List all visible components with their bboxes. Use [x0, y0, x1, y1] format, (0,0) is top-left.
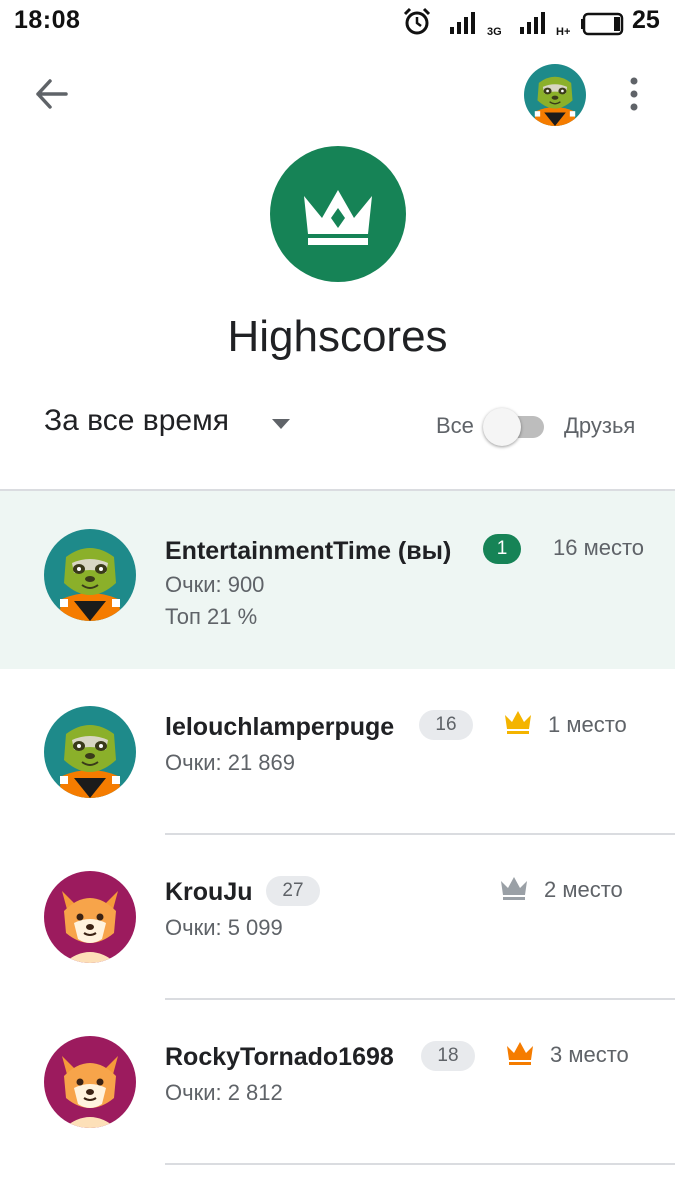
score-label: Очки: 21 869	[165, 750, 296, 775]
leaderboard-row[interactable]: RockyTornado1698 18 3 место Очки: 2 812	[0, 1000, 675, 1164]
shiba-avatar	[44, 871, 136, 963]
player-name: RockyTornado1698	[165, 1043, 394, 1071]
alarm-icon	[403, 7, 431, 35]
back-button[interactable]	[26, 70, 80, 118]
more-vert-icon	[630, 77, 638, 111]
signal-icon	[450, 12, 475, 34]
silver-crown-icon	[501, 877, 527, 900]
toggle-right-label: Друзья	[564, 413, 636, 438]
header-badge	[270, 146, 406, 282]
gold-crown-icon	[505, 711, 531, 734]
place-label: 2 место	[544, 877, 623, 902]
crown-icon	[304, 190, 372, 245]
player-name: EntertainmentTime (вы)	[165, 537, 452, 565]
page-title: Highscores	[227, 312, 448, 361]
battery-icon	[581, 12, 624, 36]
timeframe-dropdown[interactable]: За все время	[44, 404, 229, 438]
sloth-avatar	[524, 64, 586, 126]
profile-avatar-button[interactable]	[524, 64, 586, 126]
score-label: Очки: 900	[165, 572, 265, 597]
level-badge: 16	[419, 710, 473, 740]
sloth-avatar	[44, 529, 136, 621]
network-label-2: H+	[556, 26, 570, 38]
status-icons: 3G H+ 25	[400, 6, 670, 38]
leaderboard-row[interactable]: KrouJu 27 2 место Очки: 5 099	[0, 835, 675, 999]
place-label: 3 место	[550, 1042, 629, 1067]
shiba-avatar	[44, 1036, 136, 1128]
score-label: Очки: 5 099	[165, 915, 283, 940]
status-time: 18:08	[14, 6, 81, 34]
level-badge: 1	[483, 534, 521, 564]
place-label: 1 место	[548, 712, 627, 737]
row-divider	[165, 1163, 675, 1165]
place-label: 16 место	[553, 535, 645, 560]
player-name: KrouJu	[165, 878, 253, 906]
leaderboard-row-self[interactable]: EntertainmentTime (вы) 1 16 место Очки: …	[0, 491, 675, 669]
overflow-menu-button[interactable]	[614, 70, 654, 118]
arrow-back-icon	[36, 79, 68, 109]
player-name: lelouchlamperpuge	[165, 713, 395, 741]
score-label: Очки: 2 812	[165, 1080, 283, 1105]
signal-icon	[520, 12, 545, 34]
battery-percent: 25	[632, 6, 660, 34]
leaderboard-row[interactable]: lelouchlamperpuge 16 1 место Очки: 21 86…	[0, 669, 675, 834]
level-badge: 18	[421, 1041, 475, 1071]
sloth-avatar	[44, 706, 136, 798]
top-percent-label: Топ 21 %	[165, 604, 258, 629]
dropdown-arrow-icon[interactable]	[272, 419, 290, 429]
level-badge: 27	[266, 876, 320, 906]
network-label: 3G	[487, 26, 502, 38]
bronze-crown-icon	[507, 1042, 533, 1065]
friends-toggle-thumb[interactable]	[483, 408, 521, 446]
toggle-left-label: Все	[436, 413, 474, 438]
